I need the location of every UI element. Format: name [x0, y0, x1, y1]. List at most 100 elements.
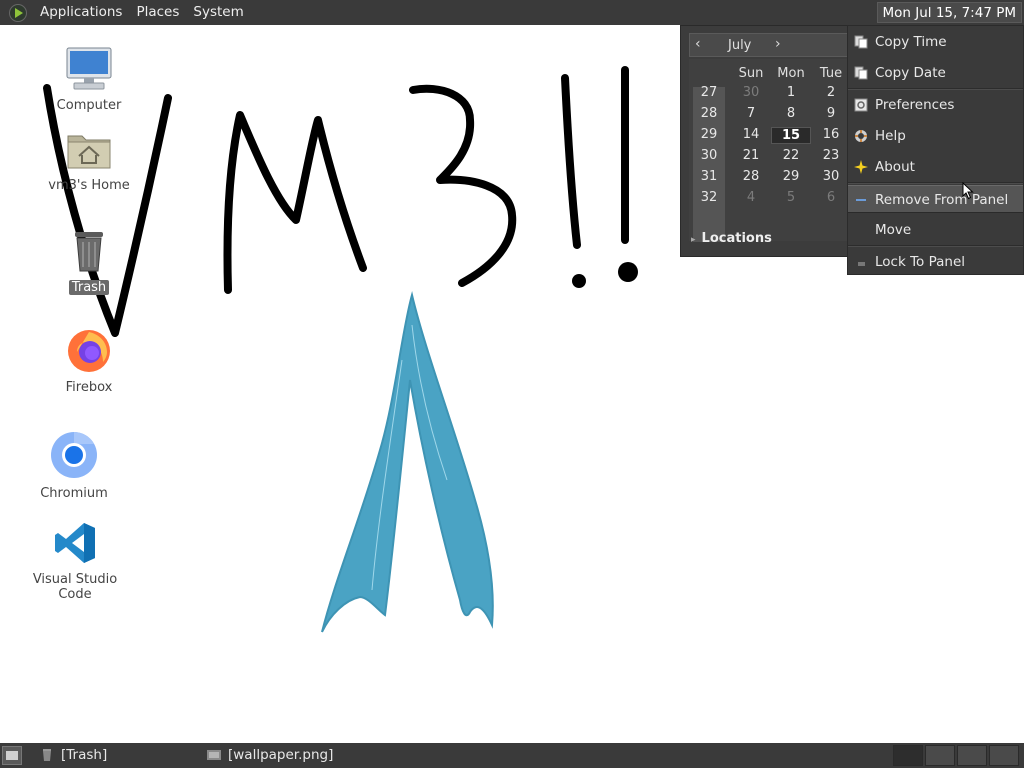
- calendar-week-number: 30: [700, 148, 718, 163]
- calendar-day-cell[interactable]: 28: [731, 169, 771, 184]
- calendar-locations-expander[interactable]: ▸ Locations: [691, 231, 772, 246]
- menu-separator: [848, 88, 1023, 90]
- image-icon: [207, 750, 221, 760]
- calendar-day-cell[interactable]: 5: [771, 190, 811, 205]
- menu-item-move[interactable]: Move: [848, 216, 1023, 244]
- menu-separator: [848, 245, 1023, 247]
- workspace-2[interactable]: [925, 745, 955, 766]
- remove-icon: [856, 199, 866, 201]
- calendar-day-cell[interactable]: 9: [811, 106, 851, 121]
- trash-icon: [43, 749, 51, 761]
- desktop-icon-label: Visual Studio Code: [32, 572, 118, 602]
- calendar-day-cell[interactable]: 7: [731, 106, 771, 121]
- calendar-week-number: 31: [700, 169, 718, 184]
- calendar-header: ‹ July ›: [689, 33, 849, 57]
- menu-item-label: Copy Date: [875, 65, 946, 81]
- desktop-icon-home[interactable]: vm3's Home: [34, 128, 144, 193]
- desktop-icon-computer[interactable]: Computer: [34, 46, 144, 113]
- drawn-letter-v: [43, 84, 172, 337]
- preferences-icon: [854, 98, 868, 112]
- drawn-digit-3: [409, 84, 517, 287]
- show-desktop-button[interactable]: [2, 746, 22, 765]
- menu-item-label: Help: [875, 128, 906, 144]
- calendar-day-cell[interactable]: 8: [771, 106, 811, 121]
- taskbar-item-wallpaper[interactable]: [wallpaper.png]: [201, 745, 371, 766]
- menu-item-help[interactable]: Help: [848, 122, 1023, 150]
- workspace-3[interactable]: [957, 745, 987, 766]
- menu-item-label: Move: [875, 222, 912, 238]
- drawn-letter-m: [223, 111, 367, 294]
- calendar-day-header: Sun: [738, 66, 764, 81]
- calendar-popup: ‹ July › Sun Mon Tue 27 30 1 2 28 7 8 9 29 14 15 16…: [680, 25, 851, 257]
- calendar-today-cell[interactable]: 15: [771, 127, 811, 144]
- clock-context-menu: Copy Time Copy Date Preferences Help Abo…: [847, 25, 1024, 275]
- calendar-day-cell[interactable]: 22: [771, 148, 811, 163]
- menu-item-label: Preferences: [875, 97, 955, 113]
- taskbar-item-label: [Trash]: [61, 747, 108, 763]
- top-panel: Applications Places System Mon Jul 15, 7…: [0, 0, 1024, 25]
- mouse-pointer-icon: [962, 182, 974, 200]
- menu-applications[interactable]: Applications: [33, 0, 129, 25]
- calendar-day-header: Tue: [819, 66, 843, 81]
- menu-item-copy-time[interactable]: Copy Time: [848, 28, 1023, 56]
- calendar-next-month-button[interactable]: ›: [775, 36, 781, 52]
- desktop-icon-vscode[interactable]: Visual Studio Code: [20, 520, 130, 602]
- calendar-day-cell[interactable]: 14: [731, 127, 771, 142]
- calendar-week-number: 32: [700, 190, 718, 205]
- vscode-icon: [55, 523, 95, 563]
- calendar-day-cell[interactable]: 29: [771, 169, 811, 184]
- desktop-icon-label: Trash: [68, 280, 110, 295]
- desktop-icon-chromium[interactable]: Chromium: [19, 430, 129, 501]
- trash-icon: [75, 232, 103, 272]
- menu-item-label: Copy Time: [875, 34, 947, 50]
- menu-item-copy-date[interactable]: Copy Date: [848, 59, 1023, 87]
- menu-item-remove-from-panel[interactable]: Remove From Panel: [848, 185, 1023, 213]
- calendar-day-cell[interactable]: 1: [771, 85, 811, 100]
- firefox-icon: [68, 330, 110, 372]
- calendar-prev-month-button[interactable]: ‹: [695, 36, 701, 52]
- taskbar-item-trash[interactable]: [Trash]: [34, 745, 194, 766]
- calendar-day-cell[interactable]: 30: [731, 85, 771, 100]
- copy-icon: [854, 66, 868, 80]
- menu-separator: [848, 182, 1023, 184]
- menu-item-lock-to-panel[interactable]: Lock To Panel: [848, 248, 1023, 276]
- drawn-dot-2: [618, 262, 638, 282]
- workspace-1[interactable]: [893, 745, 923, 766]
- menu-item-label: About: [875, 159, 915, 175]
- locations-label: Locations: [701, 231, 772, 246]
- workspace-4[interactable]: [989, 745, 1019, 766]
- calendar-day-cell[interactable]: 30: [811, 169, 851, 184]
- copy-icon: [854, 35, 868, 49]
- clock-applet[interactable]: Mon Jul 15, 7:47 PM: [876, 2, 1022, 23]
- drawn-exclamation-1: [561, 74, 581, 249]
- lock-icon: [858, 262, 865, 266]
- menu-item-preferences[interactable]: Preferences: [848, 91, 1023, 119]
- desktop-icon-label: Computer: [56, 98, 122, 113]
- computer-icon: [66, 47, 112, 90]
- menu-item-about[interactable]: About: [848, 153, 1023, 181]
- desktop-icon-trash[interactable]: Trash: [34, 226, 144, 295]
- drawn-dot-1: [572, 274, 586, 288]
- menu-system[interactable]: System: [186, 0, 250, 25]
- about-icon: [854, 160, 868, 174]
- desktop-icon-label: vm3's Home: [48, 178, 130, 193]
- calendar-day-cell[interactable]: 16: [811, 127, 851, 142]
- calendar-month-label: July: [728, 38, 752, 53]
- drawn-arrow: [321, 291, 494, 633]
- distro-logo-icon[interactable]: [9, 3, 27, 22]
- chromium-icon: [51, 432, 97, 478]
- home-folder-icon: [67, 135, 111, 169]
- calendar-week-number: 27: [700, 85, 718, 100]
- taskbar-item-label: [wallpaper.png]: [228, 747, 334, 763]
- calendar-grid: Sun Mon Tue 27 30 1 2 28 7 8 9 29 14 15 16 30 21 22 23 3…: [689, 59, 851, 242]
- calendar-day-cell[interactable]: 4: [731, 190, 771, 205]
- desktop-icon-label: Chromium: [40, 486, 108, 501]
- menu-places[interactable]: Places: [129, 0, 186, 25]
- desktop-icon-firefox[interactable]: Firebox: [34, 326, 144, 395]
- calendar-day-cell[interactable]: 21: [731, 148, 771, 163]
- menu-item-label: Remove From Panel: [875, 192, 1009, 208]
- calendar-week-number: 28: [700, 106, 718, 121]
- calendar-day-cell[interactable]: 6: [811, 190, 851, 205]
- calendar-day-cell[interactable]: 2: [811, 85, 851, 100]
- calendar-day-cell[interactable]: 23: [811, 148, 851, 163]
